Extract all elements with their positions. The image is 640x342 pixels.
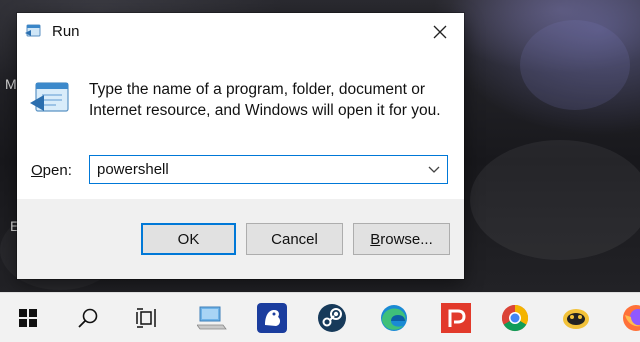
ok-button[interactable]: OK — [141, 223, 236, 255]
chevron-down-icon — [428, 166, 440, 173]
wallpaper-rock — [470, 140, 640, 260]
wallpaper-sky — [520, 20, 630, 110]
steam-icon — [318, 304, 346, 332]
this-pc-button[interactable] — [188, 293, 236, 342]
task-view-icon — [136, 308, 156, 328]
dialog-description: Type the name of a program, folder, docu… — [89, 81, 441, 119]
taskbar — [0, 292, 640, 342]
taskbar-app-frog[interactable] — [248, 293, 296, 342]
app-frog-icon — [257, 303, 287, 333]
run-dialog: Run Type the name of a program, folder, … — [17, 13, 464, 279]
open-combobox[interactable] — [89, 155, 448, 184]
chrome-icon — [501, 304, 529, 332]
dialog-button-bar: OK Cancel Browse... — [17, 199, 464, 279]
close-button[interactable] — [429, 21, 451, 43]
desktop-icon-label-fragment: M — [5, 76, 17, 92]
pocketcasts-icon — [441, 303, 471, 333]
this-pc-icon — [197, 306, 227, 330]
open-label-accelerator: O — [31, 162, 43, 179]
start-button[interactable] — [4, 293, 52, 342]
search-icon — [78, 308, 98, 328]
close-icon — [433, 25, 447, 39]
taskbar-app-duck[interactable] — [552, 293, 600, 342]
browse-label: rowse... — [380, 230, 433, 248]
open-input[interactable] — [90, 157, 417, 182]
taskbar-app-firefox[interactable] — [612, 293, 640, 342]
taskbar-app-chrome[interactable] — [491, 293, 539, 342]
duck-app-icon — [563, 309, 589, 329]
windows-start-icon — [19, 309, 37, 327]
dialog-title: Run — [52, 23, 80, 40]
taskbar-app-pocketcasts[interactable] — [432, 293, 480, 342]
open-label-text: pen: — [42, 162, 72, 179]
run-icon — [25, 24, 41, 38]
dialog-content: Type the name of a program, folder, docu… — [17, 51, 464, 199]
cancel-button[interactable]: Cancel — [246, 223, 343, 255]
search-button[interactable] — [64, 293, 112, 342]
taskbar-app-steam[interactable] — [308, 293, 356, 342]
browse-accelerator: B — [370, 230, 381, 248]
firefox-icon — [623, 305, 640, 331]
run-program-icon — [30, 81, 70, 117]
taskbar-app-edge[interactable] — [370, 293, 418, 342]
edge-icon — [381, 305, 407, 331]
dropdown-arrow-button[interactable] — [427, 163, 441, 177]
browse-button[interactable]: Browse... — [353, 223, 450, 255]
open-label: Open: — [31, 162, 72, 179]
dialog-titlebar[interactable]: Run — [17, 13, 464, 51]
task-view-button[interactable] — [123, 293, 171, 342]
